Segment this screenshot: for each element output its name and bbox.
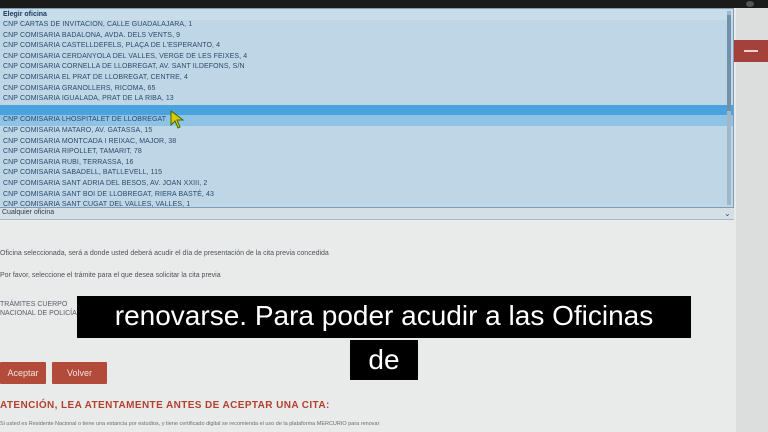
dropdown-option[interactable]: CNP COMISARIA BADALONA, AVDA. DELS VENTS… — [0, 31, 733, 42]
chevron-down-icon[interactable]: ⌄ — [724, 209, 731, 218]
dropdown-option[interactable]: CNP CARTAS DE INVITACION, CALLE GUADALAJ… — [0, 20, 733, 31]
dropdown-header: Elegir oficina — [0, 9, 733, 20]
notice-heading: ATENCIÓN, LEA ATENTAMENTE ANTES DE ACEPT… — [0, 400, 330, 411]
dropdown-option[interactable]: CNP COMISARIA CORNELLA DE LLOBREGAT, AV.… — [0, 62, 733, 73]
dropdown-option[interactable]: CNP COMISARIA RUBI, TERRASSA, 16 — [0, 158, 733, 169]
section-line-1: TRÁMITES CUERPO — [0, 301, 68, 308]
notice-footnote: Si usted es Residente Nacional o tiene u… — [0, 421, 380, 427]
dropdown-option[interactable]: CNP COMISARIA CERDANYOLA DEL VALLES, VER… — [0, 52, 733, 63]
dropdown-option[interactable]: CNP COMISARIA GRANOLLERS, RICOMA, 65 — [0, 84, 733, 95]
dropdown-option[interactable]: CNP COMISARIA MATARO, AV. GATASSA, 15 — [0, 126, 733, 137]
office-select-value: Cualquier oficina — [2, 209, 55, 216]
browser-top-bar — [0, 0, 768, 8]
dropdown-option[interactable]: CNP COMISARIA CASTELLDEFELS, PLAÇA DE L'… — [0, 41, 733, 52]
office-select[interactable]: Cualquier oficina ⌄ — [0, 208, 734, 220]
office-note: Oficina seleccionada, será a donde usted… — [0, 250, 329, 257]
menu-toggle-button[interactable] — [734, 40, 768, 62]
dropdown-option[interactable]: CNP COMISARIA LHOSPITALET DE LLOBREGAT — [0, 115, 733, 126]
dropdown-option[interactable]: CNP COMISARIA SANT CUGAT DEL VALLES, VAL… — [0, 200, 733, 207]
window-control-icon[interactable] — [746, 1, 754, 7]
dropdown-option[interactable]: CNP COMISARIA SABADELL, BATLLEVELL, 115 — [0, 168, 733, 179]
accept-button[interactable]: Aceptar — [0, 362, 46, 384]
dropdown-option[interactable]: CNP COMISARIA SANT ADRIA DEL BESOS, AV. … — [0, 179, 733, 190]
dropdown-options: CNP CARTAS DE INVITACION, CALLE GUADALAJ… — [0, 20, 733, 207]
page-right-margin — [736, 8, 768, 432]
dropdown-scrollbar[interactable] — [727, 11, 731, 205]
dropdown-option[interactable] — [0, 104, 733, 116]
dropdown-option[interactable]: CNP COMISARIA RIPOLLET, TAMARIT, 78 — [0, 147, 733, 158]
hamburger-icon — [744, 50, 758, 52]
office-dropdown-list[interactable]: Elegir oficina CNP CARTAS DE INVITACION,… — [0, 8, 734, 208]
section-line-2: NACIONAL DE POLICÍA — [0, 310, 77, 317]
scrollbar-thumb[interactable] — [727, 15, 731, 111]
dropdown-option[interactable]: CNP COMISARIA SANT BOI DE LLOBREGAT, RIE… — [0, 190, 733, 201]
tramite-prompt: Por favor, seleccione el trámite para el… — [0, 272, 221, 279]
back-button[interactable]: Volver — [52, 362, 107, 384]
video-caption-line-1: renovarse. Para poder acudir a las Ofici… — [77, 296, 691, 338]
video-caption-line-2: de — [350, 340, 418, 380]
tramite-section[interactable]: TRÁMITES CUERPO NACIONAL DE POLICÍA — [0, 300, 77, 318]
dropdown-option[interactable]: CNP COMISARIA MONTCADA I REIXAC, MAJOR, … — [0, 137, 733, 148]
dropdown-option[interactable]: CNP COMISARIA IGUALADA, PRAT DE LA RIBA,… — [0, 94, 733, 105]
dropdown-option[interactable]: CNP COMISARIA EL PRAT DE LLOBREGAT, CENT… — [0, 73, 733, 84]
